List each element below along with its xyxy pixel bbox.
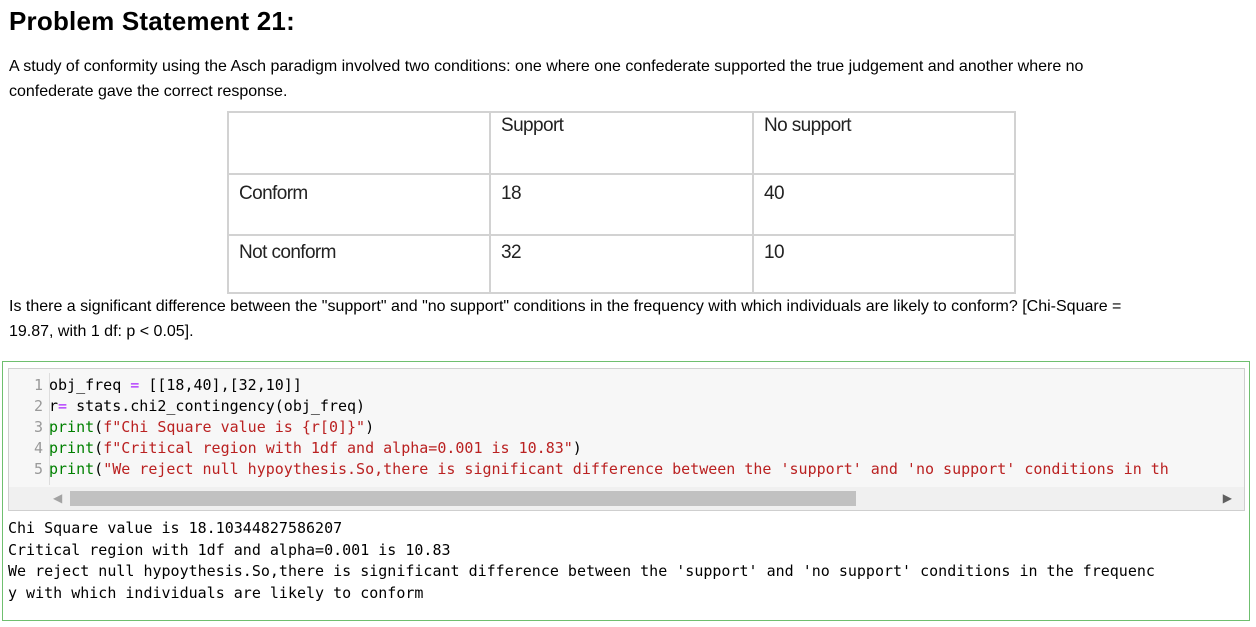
code-token: ( — [94, 439, 104, 457]
cell-output: Chi Square value is 18.10344827586207 Cri… — [8, 518, 1155, 604]
table-row: Not conform 32 10 — [227, 234, 1016, 294]
table-cell: 18 — [489, 173, 754, 236]
line-number: 4 — [33, 439, 43, 457]
table-cell: 32 — [489, 234, 754, 294]
table-header-cell: Support — [489, 111, 754, 175]
table-row-label: Not conform — [227, 234, 491, 294]
intro-text-line-1: A study of conformity using the Asch par… — [9, 58, 1084, 75]
code-token: f"Critical region with 1df and alpha=0.0… — [103, 439, 573, 457]
table-header-cell: No support — [752, 111, 1016, 175]
intro-text-line-2: confederate gave the correct response. — [9, 83, 288, 100]
table-header-row: Support No support — [227, 111, 1016, 175]
code-token: print — [49, 418, 95, 436]
code-token: "We reject null hypoythesis.So,there is … — [103, 460, 1169, 478]
question-text-line-2: 19.87, with 1 df: p < 0.05]. — [9, 323, 194, 340]
output-line: y with which individuals are likely to c… — [8, 583, 424, 602]
code-token: ( — [94, 418, 104, 436]
output-line: We reject null hypoythesis.So,there is s… — [8, 562, 1155, 580]
line-number: 1 — [33, 376, 43, 394]
code-token: ) — [572, 439, 582, 457]
output-line: Critical region with 1df and alpha=0.001… — [8, 540, 451, 559]
table-header-cell — [227, 111, 491, 175]
scroll-right-icon[interactable]: ▶ — [1223, 491, 1232, 505]
table-cell: 10 — [752, 234, 1016, 294]
code-token: [[18,40],[32,10]] — [148, 376, 302, 394]
code-token: = — [121, 376, 149, 394]
code-token: stats.chi2_contingency(obj_freq) — [76, 397, 366, 415]
scrollbar-thumb[interactable] — [70, 491, 856, 506]
line-number: 5 — [33, 460, 43, 478]
code-token: obj_freq — [49, 376, 122, 394]
table-row-label: Conform — [227, 173, 491, 236]
frequency-table: Support No support Conform 18 40 Not con… — [227, 111, 1016, 294]
code-token: r — [49, 397, 59, 415]
table-row: Conform 18 40 — [227, 173, 1016, 236]
code-token: f"Chi Square value is {r[0]}" — [103, 418, 366, 436]
output-line: Chi Square value is 18.10344827586207 — [8, 519, 343, 537]
horizontal-scrollbar[interactable]: ◀ ▶ — [9, 487, 1244, 510]
table-cell: 40 — [752, 173, 1016, 236]
code-token: print — [49, 460, 95, 478]
code-token: print — [49, 439, 95, 457]
code-token: ( — [94, 460, 104, 478]
line-number: 2 — [33, 397, 43, 415]
scroll-left-icon[interactable]: ◀ — [53, 491, 62, 505]
code-token: = — [58, 397, 77, 415]
question-text-line-1: Is there a significant difference betwee… — [9, 298, 1122, 315]
code-editor[interactable]: 1 obj_freq = [[18,40],[32,10]] 2 r= stat… — [8, 368, 1245, 511]
line-number: 3 — [33, 418, 43, 436]
problem-title: Problem Statement 21: — [9, 6, 295, 36]
code-token: ) — [365, 418, 375, 436]
